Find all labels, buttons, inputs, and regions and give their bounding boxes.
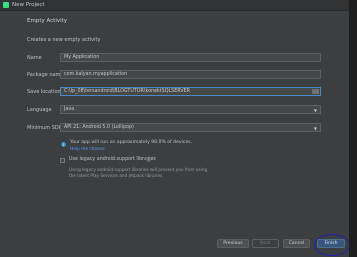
cancel-button[interactable]: Cancel [283, 239, 310, 248]
package-name-label: Package name [27, 72, 64, 78]
chevron-down-icon: ▼ [313, 108, 317, 113]
language-select[interactable]: Java ▼ [60, 105, 321, 114]
language-value: Java [64, 107, 75, 112]
minimum-sdk-value: API 21: Android 5.0 (Lollipop) [64, 125, 134, 130]
new-project-dialog: New Project Empty Activity Creates a new… [0, 0, 349, 257]
help-icon[interactable]: ? [146, 157, 151, 162]
page-title: Empty Activity [27, 18, 68, 24]
annotation-circle [314, 234, 349, 256]
background-edge [349, 0, 357, 257]
title-bar: New Project [0, 0, 349, 11]
name-field[interactable]: My Application [60, 53, 321, 62]
page-subtitle: Creates a new empty activity [27, 37, 101, 43]
minimum-sdk-select[interactable]: API 21: Android 5.0 (Lollipop) ▼ [60, 123, 321, 132]
folder-icon[interactable] [312, 89, 319, 94]
help-me-choose-link[interactable]: Help me choose [70, 147, 105, 152]
chevron-down-icon: ▼ [313, 126, 317, 131]
package-name-field[interactable]: com.kalyan.myapplication [60, 70, 321, 79]
info-icon: i [61, 142, 66, 147]
name-label: Name [27, 55, 42, 61]
save-location-field[interactable]: C:\Ip_08\tersandroid\BLOGTUTOR\konektSQL… [60, 87, 321, 96]
window-title: New Project [12, 2, 45, 8]
android-studio-icon [3, 2, 9, 8]
device-coverage-text: Your app will run on approximately 98.0%… [70, 140, 193, 145]
language-label: Language [27, 107, 52, 113]
legacy-support-label[interactable]: Use legacy android.support libraries [69, 157, 156, 162]
legacy-support-checkbox[interactable] [60, 158, 65, 163]
minimum-sdk-label: Minimum SDK [27, 125, 63, 131]
save-location-label: Save location [27, 89, 61, 95]
legacy-description-line: the latest Play Services and Jetpack lib… [69, 173, 163, 178]
save-location-value: C:\Ip_08\tersandroid\BLOGTUTOR\konektSQL… [64, 89, 190, 94]
previous-button[interactable]: Previous [217, 239, 249, 248]
legacy-support-description: Using legacy android.support libraries w… [69, 167, 239, 179]
next-button[interactable]: Next [252, 239, 279, 248]
